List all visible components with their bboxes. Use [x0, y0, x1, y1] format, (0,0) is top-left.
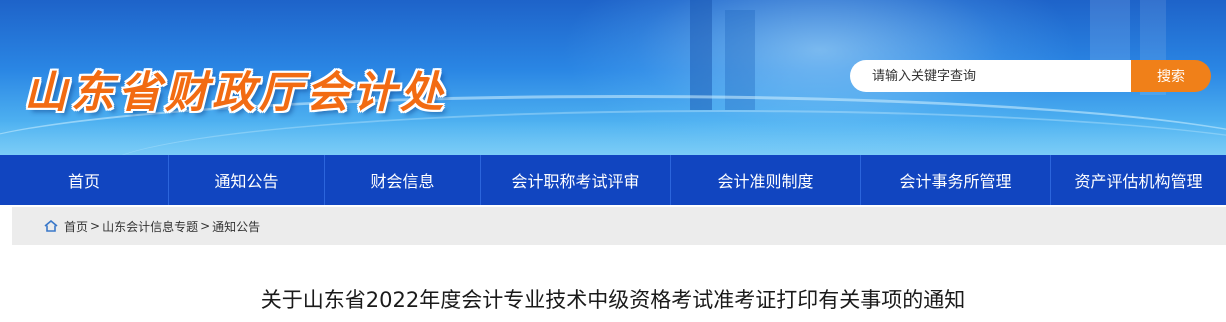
- nav-item-firm-management[interactable]: 会计事务所管理: [860, 155, 1050, 205]
- nav-item-finance-info[interactable]: 财会信息: [324, 155, 480, 205]
- nav-item-accounting-exam[interactable]: 会计职称考试评审: [480, 155, 670, 205]
- breadcrumb-separator: >: [90, 219, 101, 233]
- breadcrumb-notices[interactable]: 通知公告: [212, 218, 260, 235]
- search-input[interactable]: [850, 60, 1134, 92]
- nav-item-notices[interactable]: 通知公告: [168, 155, 324, 205]
- banner-band: [0, 120, 1226, 155]
- nav-item-asset-appraisal[interactable]: 资产评估机构管理: [1050, 155, 1226, 205]
- search-button[interactable]: 搜索: [1131, 60, 1211, 92]
- banner-decoration: [690, 0, 712, 110]
- site-title: 山东省财政厅会计处: [24, 68, 447, 118]
- breadcrumb: 首页 > 山东会计信息专题 > 通知公告: [12, 207, 1226, 245]
- article-title: 关于山东省2022年度会计专业技术中级资格考试准考证打印有关事项的通知: [260, 288, 966, 312]
- main-nav: 首页 通知公告 财会信息 会计职称考试评审 会计准则制度 会计事务所管理 资产评…: [0, 155, 1226, 205]
- breadcrumb-home[interactable]: 首页: [64, 218, 88, 235]
- breadcrumb-separator: >: [200, 219, 211, 233]
- breadcrumb-topic[interactable]: 山东会计信息专题: [102, 218, 198, 235]
- nav-item-accounting-standards[interactable]: 会计准则制度: [670, 155, 860, 205]
- home-icon: [44, 219, 58, 232]
- header-banner: 山东省财政厅会计处 搜索: [0, 0, 1226, 155]
- nav-item-home[interactable]: 首页: [0, 155, 168, 205]
- search-box: 搜索: [850, 60, 1211, 92]
